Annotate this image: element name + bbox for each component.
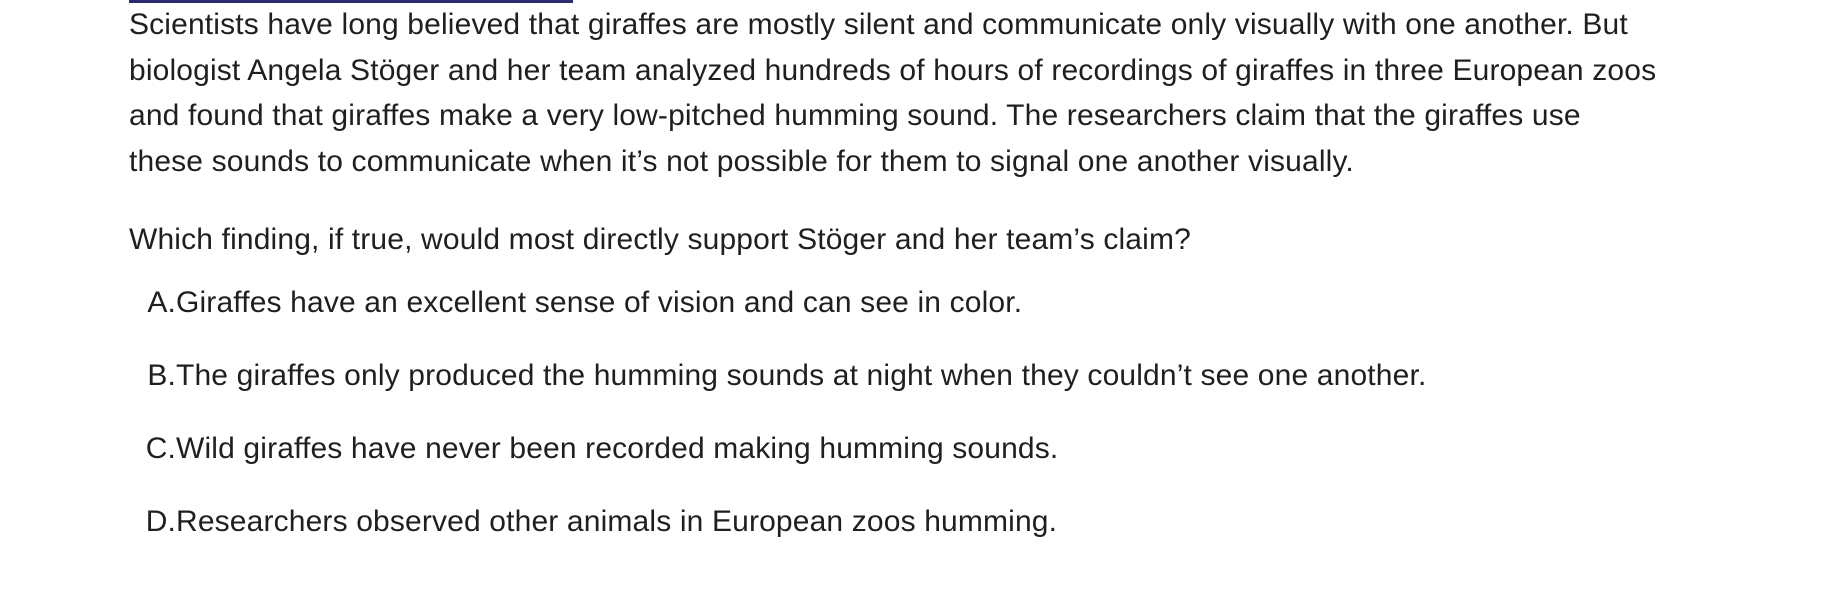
- answer-choice-c[interactable]: C. Wild giraffes have never been recorde…: [129, 426, 1729, 471]
- passage: Scientists have long believed that giraf…: [129, 2, 1729, 184]
- answer-choice-a[interactable]: A. Giraffes have an excellent sense of v…: [129, 280, 1729, 325]
- answer-choice-d[interactable]: D. Researchers observed other animals in…: [129, 499, 1729, 544]
- choice-text: The giraffes only produced the humming s…: [176, 359, 1427, 392]
- choice-text: Researchers observed other animals in Eu…: [176, 505, 1058, 538]
- choice-letter: D.: [145, 505, 176, 538]
- question-content: Scientists have long believed that giraf…: [129, 2, 1729, 572]
- passage-line: Scientists have long believed that giraf…: [129, 8, 1628, 41]
- passage-line: and found that giraffes make a very low-…: [129, 99, 1581, 132]
- choice-text: Giraffes have an excellent sense of visi…: [176, 286, 1023, 319]
- passage-line: these sounds to communicate when it’s no…: [129, 144, 1354, 178]
- choice-text: Wild giraffes have never been recorded m…: [176, 432, 1059, 465]
- choice-letter: C.: [145, 432, 176, 465]
- answer-choices: A. Giraffes have an excellent sense of v…: [129, 280, 1729, 544]
- question-prompt: Which finding, if true, would most direc…: [129, 223, 1191, 256]
- passage-line: biologist Angela Stöger and her team ana…: [129, 53, 1657, 87]
- answer-choice-b[interactable]: B. The giraffes only produced the hummin…: [129, 353, 1729, 398]
- choice-letter: A.: [147, 286, 176, 319]
- choice-letter: B.: [147, 359, 176, 392]
